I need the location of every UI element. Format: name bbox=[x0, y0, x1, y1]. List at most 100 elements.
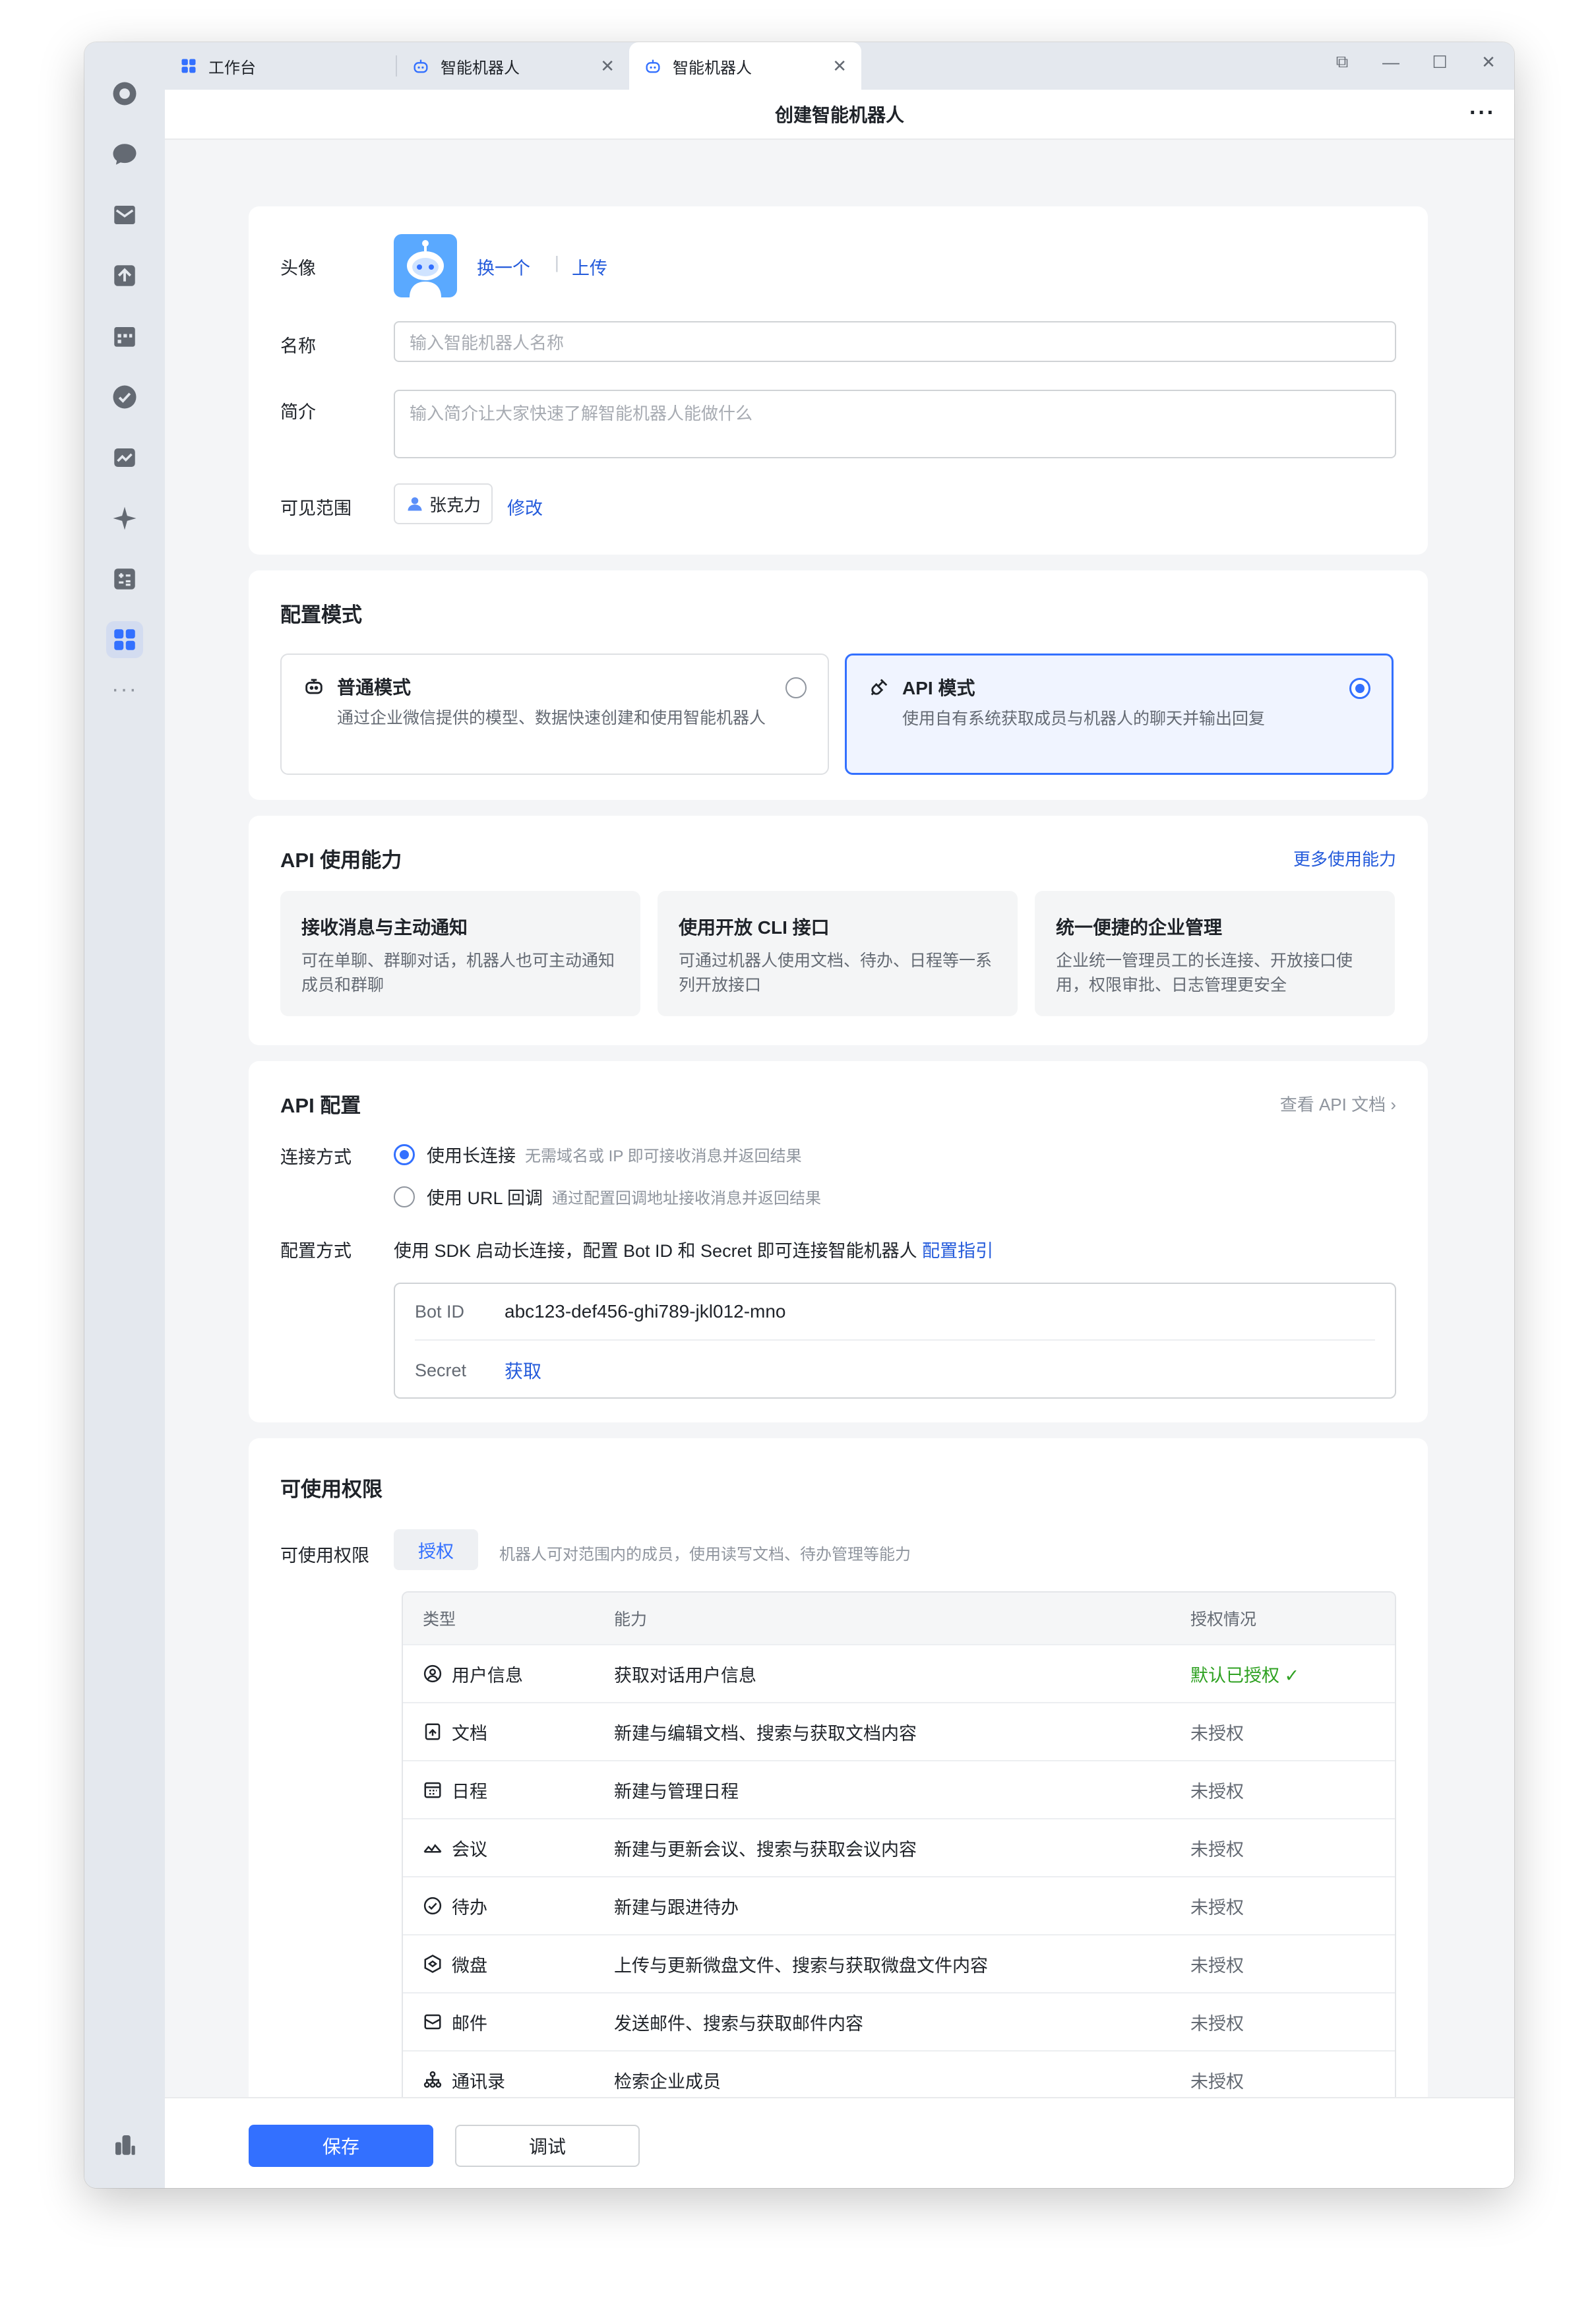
bot-id-row: Bot ID abc123-def456-ghi789-jkl012-mno bbox=[415, 1284, 1375, 1341]
permission-type: 通讯录 bbox=[452, 2071, 505, 2092]
config-guide-link[interactable]: 配置指引 bbox=[922, 1241, 993, 1261]
more-capabilities-link[interactable]: 更多使用能力 bbox=[1293, 846, 1396, 870]
table-row: 微盘 上传与更新微盘文件、搜索与获取微盘文件内容 未授权 bbox=[403, 1934, 1395, 1992]
close-icon[interactable]: ✕ bbox=[832, 56, 847, 76]
intro-textarea[interactable]: 输入简介让大家快速了解智能机器人能做什么 bbox=[394, 390, 1396, 458]
change-avatar-link[interactable]: 换一个 bbox=[477, 254, 530, 280]
table-row: 会议 新建与更新会议、搜索与获取会议内容 未授权 bbox=[403, 1818, 1395, 1876]
permission-ability: 新建与更新会议、搜索与获取会议内容 bbox=[614, 1839, 917, 1860]
status-text: 默认已授权 bbox=[1190, 1665, 1279, 1686]
capability-title: 使用开放 CLI 接口 bbox=[679, 917, 830, 938]
grid-icon bbox=[181, 59, 196, 73]
more-options-icon[interactable]: ··· bbox=[1469, 100, 1496, 126]
debug-button[interactable]: 调试 bbox=[455, 2125, 640, 2167]
api-config-title: API 配置 bbox=[280, 1094, 361, 1117]
option-label: 使用长连接 bbox=[427, 1146, 516, 1166]
url-callback-option[interactable]: 使用 URL 回调 通过配置回调地址接收消息并返回结果 bbox=[394, 1184, 821, 1209]
bot-id-value[interactable]: abc123-def456-ghi789-jkl012-mno bbox=[505, 1301, 786, 1322]
mail-icon[interactable] bbox=[106, 197, 143, 233]
table-row: 待办 新建与跟进待办 未授权 bbox=[403, 1876, 1395, 1934]
meeting-icon[interactable] bbox=[106, 439, 143, 476]
secret-row: Secret 获取 bbox=[415, 1342, 1375, 1399]
name-input[interactable]: 输入智能机器人名称 bbox=[394, 321, 1396, 362]
long-connection-radio[interactable] bbox=[394, 1143, 415, 1165]
table-row: 邮件 发送邮件、搜索与获取邮件内容 未授权 bbox=[403, 1992, 1395, 2050]
mode-title: 配置模式 bbox=[280, 603, 362, 626]
edit-scope-link[interactable]: 修改 bbox=[507, 494, 543, 520]
permissions-table: 类型 能力 授权情况 用户信息 获取对话用户信息 默认已授权 ✓ 文档 新建与编… bbox=[402, 1591, 1396, 2097]
approval-icon[interactable] bbox=[106, 561, 143, 597]
todo-icon[interactable] bbox=[106, 379, 143, 415]
scope-user-chip[interactable]: 张克力 bbox=[394, 483, 493, 524]
permission-ability: 新建与编辑文档、搜索与获取文档内容 bbox=[614, 1723, 917, 1744]
authorize-button[interactable]: 授权 bbox=[394, 1529, 478, 1570]
drive-icon bbox=[424, 1955, 441, 1973]
permissions-hint: 机器人可对范围内的成员，使用读写文档、待办管理等能力 bbox=[499, 1546, 911, 1564]
normal-mode-option[interactable]: 普通模式 通过企业微信提供的模型、数据快速创建和使用智能机器人 bbox=[280, 654, 829, 775]
permission-status: 未授权 bbox=[1190, 2013, 1244, 2034]
capabilities-card: API 使用能力 更多使用能力 接收消息与主动通知 可在单聊、群聊对话，机器人也… bbox=[249, 816, 1428, 1045]
mail-icon bbox=[424, 2014, 441, 2030]
table-row: 通讯录 检索企业成员 未授权 bbox=[403, 2050, 1395, 2097]
api-mode-label: API 模式 bbox=[902, 678, 975, 698]
footer-bar: 保存 调试 bbox=[165, 2097, 1514, 2188]
capability-desc: 可通过机器人使用文档、待办、日程等一系列开放接口 bbox=[679, 952, 993, 994]
permission-ability: 检索企业成员 bbox=[614, 2071, 721, 2092]
check-icon: ✓ bbox=[1284, 1665, 1300, 1686]
message-icon[interactable] bbox=[106, 136, 143, 173]
maximize-icon[interactable]: ☐ bbox=[1430, 52, 1450, 73]
permissions-title: 可使用权限 bbox=[280, 1478, 383, 1501]
minimize-icon[interactable]: — bbox=[1381, 52, 1401, 73]
api-mode-desc: 使用自有系统获取成员与机器人的聊天并输出回复 bbox=[902, 710, 1266, 728]
permission-status: 未授权 bbox=[1190, 1955, 1244, 1976]
long-connection-option[interactable]: 使用长连接 无需域名或 IP 即可接收消息并返回结果 bbox=[394, 1141, 802, 1167]
secret-key: Secret bbox=[415, 1360, 467, 1380]
user-circle-icon bbox=[423, 1664, 442, 1683]
docs-icon[interactable] bbox=[106, 257, 143, 294]
header-status: 授权情况 bbox=[1190, 1610, 1257, 1629]
calendar-icon[interactable] bbox=[106, 318, 143, 355]
mode-card: 配置模式 普通模式 通过企业微信提供的模型、数据快速创建和使用智能机器人 API… bbox=[249, 570, 1428, 800]
plug-icon bbox=[871, 679, 888, 696]
main-content: 头像 换一个 | 上传 名称 输入智能机器人名称 简介 输入简介让大家快速了解智… bbox=[165, 140, 1514, 2097]
tab-robot-2[interactable]: 智能机器人 ✕ bbox=[629, 42, 861, 90]
api-mode-option[interactable]: API 模式 使用自有系统获取成员与机器人的聊天并输出回复 bbox=[845, 654, 1394, 775]
robot-icon bbox=[646, 59, 660, 73]
window-controls: ⧉ — ☐ ✕ bbox=[1332, 51, 1498, 73]
permissions-card: 可使用权限 可使用权限 授权 机器人可对范围内的成员，使用读写文档、待办管理等能… bbox=[249, 1438, 1428, 2097]
page-header: 创建智能机器人 ··· bbox=[165, 90, 1514, 140]
meeting-icon bbox=[423, 1844, 442, 1853]
status-icon[interactable] bbox=[106, 75, 143, 112]
normal-mode-radio[interactable] bbox=[785, 677, 807, 698]
close-icon[interactable]: ✕ bbox=[600, 56, 615, 76]
capability-title: 接收消息与主动通知 bbox=[301, 917, 468, 938]
tab-label: 智能机器人 bbox=[673, 59, 752, 77]
permission-status: 未授权 bbox=[1190, 2071, 1244, 2092]
permission-type: 微盘 bbox=[452, 1955, 487, 1976]
get-secret-link[interactable]: 获取 bbox=[505, 1357, 541, 1384]
more-apps-icon[interactable]: ··· bbox=[106, 677, 143, 702]
workbench-icon[interactable] bbox=[106, 621, 143, 658]
url-callback-radio[interactable] bbox=[394, 1186, 415, 1207]
name-placeholder: 输入智能机器人名称 bbox=[410, 332, 565, 353]
permission-status: 未授权 bbox=[1190, 1839, 1244, 1860]
tab-robot-1[interactable]: 智能机器人 ✕ bbox=[397, 42, 629, 90]
api-docs-link[interactable]: 查看 API 文档 › bbox=[1280, 1091, 1396, 1116]
upload-avatar-link[interactable]: 上传 bbox=[572, 254, 607, 280]
option-hint: 无需域名或 IP 即可接收消息并返回结果 bbox=[525, 1147, 802, 1165]
api-mode-radio[interactable] bbox=[1349, 678, 1370, 699]
close-window-icon[interactable]: ✕ bbox=[1479, 52, 1498, 73]
intro-label: 简介 bbox=[280, 402, 316, 422]
permission-status: 未授权 bbox=[1190, 1781, 1244, 1802]
normal-mode-desc: 通过企业微信提供的模型、数据快速创建和使用智能机器人 bbox=[337, 709, 766, 727]
calendar-icon bbox=[424, 1782, 441, 1798]
divider: | bbox=[555, 253, 559, 272]
robot-icon bbox=[414, 59, 428, 73]
enterprise-icon[interactable] bbox=[106, 2126, 143, 2163]
sparkle-icon[interactable] bbox=[106, 500, 143, 537]
avatar[interactable] bbox=[394, 234, 457, 297]
pin-window-icon[interactable]: ⧉ bbox=[1332, 51, 1352, 73]
profile-card: 头像 换一个 | 上传 名称 输入智能机器人名称 简介 输入简介让大家快速了解智… bbox=[249, 206, 1428, 555]
save-button[interactable]: 保存 bbox=[249, 2125, 433, 2167]
tab-workbench[interactable]: 工作台 bbox=[165, 42, 397, 90]
